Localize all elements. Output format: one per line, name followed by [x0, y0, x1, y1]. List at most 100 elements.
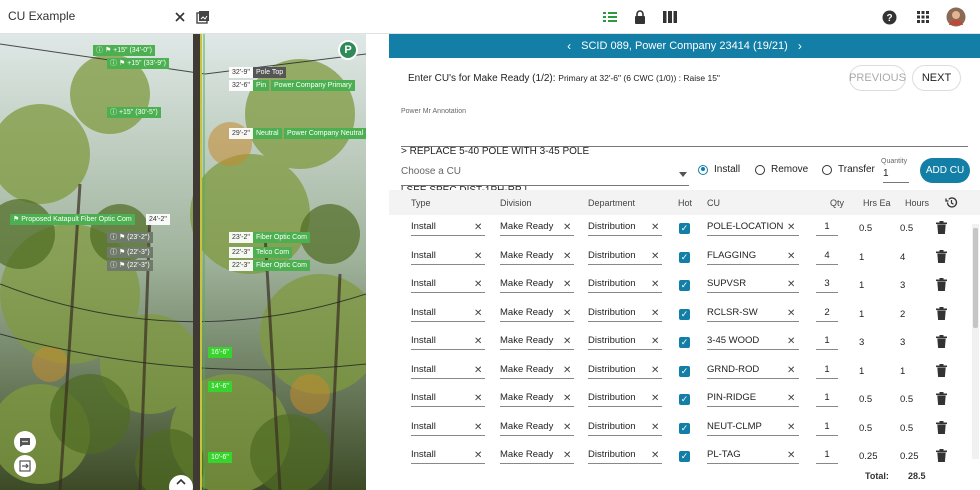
height-pin[interactable]: 32'-6" — [229, 80, 253, 91]
clear-cu-icon[interactable]: ✕ — [787, 422, 795, 433]
apps-grid-icon[interactable] — [913, 7, 933, 27]
trash-icon[interactable] — [936, 306, 948, 321]
trash-icon[interactable] — [936, 335, 948, 349]
qty-field[interactable]: 1 — [816, 449, 838, 464]
clear-division-icon[interactable]: ✕ — [563, 308, 571, 319]
clear-cu-icon[interactable]: ✕ — [787, 279, 795, 290]
clear-department-icon[interactable]: ✕ — [651, 222, 659, 233]
pole-photo[interactable]: P ⓘ ⚑ +15" (34'-0") ⓘ ⚑ +15" (33'-9") ⓘ … — [0, 34, 366, 490]
clear-cu-icon[interactable]: ✕ — [787, 308, 795, 319]
trash-icon[interactable] — [936, 449, 948, 463]
radio-remove[interactable]: Remove — [755, 164, 808, 175]
clear-department-icon[interactable]: ✕ — [651, 393, 659, 404]
clear-division-icon[interactable]: ✕ — [563, 422, 571, 433]
cu-field[interactable]: PIN-RIDGE — [707, 392, 799, 407]
hot-checkbox[interactable]: ✓ — [679, 365, 690, 377]
pole-mark-2[interactable]: 14'-6" — [208, 381, 232, 392]
trash-icon[interactable] — [936, 221, 948, 235]
cu-field[interactable]: FLAGGING — [707, 250, 799, 265]
qty-field[interactable]: 1 — [816, 364, 838, 379]
tag-height-2[interactable]: ⓘ ⚑ (22'-3") — [107, 247, 153, 258]
hot-checkbox[interactable]: ✓ — [679, 280, 690, 291]
chevron-left-icon[interactable]: ‹ — [567, 39, 571, 53]
trash-icon[interactable] — [936, 249, 948, 264]
clear-type-icon[interactable]: ✕ — [474, 251, 482, 262]
clear-cu-icon[interactable]: ✕ — [787, 336, 795, 347]
clear-type-icon[interactable]: ✕ — [474, 336, 482, 347]
comment-icon[interactable] — [14, 431, 36, 453]
trash-icon[interactable] — [936, 420, 948, 435]
choose-cu-select[interactable]: Choose a CU — [401, 166, 689, 186]
clear-department-icon[interactable]: ✕ — [651, 450, 659, 461]
tag-raise-2[interactable]: ⓘ ⚑ +15" (33'-9") — [107, 58, 169, 69]
pole-mark-1[interactable]: 16'-6" — [208, 347, 232, 358]
qty-field[interactable]: 1 — [816, 421, 838, 436]
cu-field[interactable]: 3-45 WOOD — [707, 335, 799, 350]
clear-department-icon[interactable]: ✕ — [651, 308, 659, 319]
scrollbar-thumb[interactable] — [973, 228, 978, 328]
clear-division-icon[interactable]: ✕ — [563, 450, 571, 461]
clear-cu-icon[interactable]: ✕ — [787, 393, 795, 404]
clear-department-icon[interactable]: ✕ — [651, 251, 659, 262]
pole-mark-3[interactable]: 10'-6" — [208, 452, 232, 463]
qty-field[interactable]: 3 — [816, 278, 838, 293]
qty-field[interactable]: 1 — [816, 335, 838, 350]
clear-division-icon[interactable]: ✕ — [563, 279, 571, 290]
cu-field[interactable]: RCLSR-SW — [707, 307, 799, 322]
height-fiber-1[interactable]: 23'-2" — [229, 232, 253, 243]
trash-icon[interactable] — [936, 363, 948, 378]
tag-height-3[interactable]: ⓘ ⚑ (22'-3") — [107, 260, 153, 271]
height-proposed[interactable]: 24'-2" — [146, 214, 170, 225]
height-fiber-2[interactable]: 22'-3" — [229, 260, 253, 271]
next-button[interactable]: NEXT — [912, 65, 961, 91]
chevron-right-icon[interactable]: › — [798, 39, 802, 53]
clear-type-icon[interactable]: ✕ — [474, 422, 482, 433]
qty-field[interactable]: 4 — [816, 250, 838, 265]
hot-checkbox[interactable]: ✓ — [679, 251, 690, 263]
radio-install[interactable]: Install — [698, 164, 740, 175]
height-telco[interactable]: 22'-3" — [229, 247, 253, 258]
height-pole-top[interactable]: 32'-9" — [229, 67, 253, 78]
hot-checkbox[interactable]: ✓ — [679, 337, 690, 348]
clear-department-icon[interactable]: ✕ — [651, 336, 659, 347]
clear-division-icon[interactable]: ✕ — [563, 336, 571, 347]
close-icon[interactable] — [170, 7, 190, 27]
hot-checkbox[interactable]: ✓ — [679, 394, 690, 405]
avatar[interactable] — [946, 7, 966, 27]
clear-division-icon[interactable]: ✕ — [563, 251, 571, 262]
previous-button[interactable]: PREVIOUS — [849, 65, 906, 91]
clear-type-icon[interactable]: ✕ — [474, 365, 482, 376]
tag-raise-3[interactable]: ⓘ +15" (30'-5") — [107, 107, 161, 118]
trash-icon[interactable] — [936, 392, 948, 406]
tag-proposed-fiber[interactable]: ⚑ Proposed Katapult Fiber Optic Com — [10, 214, 135, 225]
cu-field[interactable]: SUPVSR — [707, 278, 799, 293]
clear-division-icon[interactable]: ✕ — [563, 222, 571, 233]
clear-division-icon[interactable]: ✕ — [563, 393, 571, 404]
cu-field[interactable]: PL-TAG — [707, 449, 799, 464]
gallery-icon[interactable] — [193, 7, 213, 27]
clear-department-icon[interactable]: ✕ — [651, 279, 659, 290]
columns-icon[interactable] — [660, 7, 680, 27]
clear-department-icon[interactable]: ✕ — [651, 365, 659, 376]
cu-field[interactable]: GRND-ROD — [707, 364, 799, 379]
tag-raise-1[interactable]: ⓘ ⚑ +15" (34'-0") — [93, 45, 155, 56]
clear-cu-icon[interactable]: ✕ — [787, 365, 795, 376]
add-cu-button[interactable]: ADD CU — [920, 158, 970, 183]
hot-checkbox[interactable]: ✓ — [679, 223, 690, 234]
export-icon[interactable] — [14, 455, 36, 477]
history-icon[interactable] — [945, 196, 958, 211]
clear-cu-icon[interactable]: ✕ — [787, 222, 795, 233]
clear-type-icon[interactable]: ✕ — [474, 308, 482, 319]
quantity-input[interactable]: 1 — [883, 168, 909, 183]
clear-type-icon[interactable]: ✕ — [474, 450, 482, 461]
hot-checkbox[interactable]: ✓ — [679, 422, 690, 434]
list-view-icon[interactable] — [600, 7, 620, 27]
hot-checkbox[interactable]: ✓ — [679, 308, 690, 320]
height-neutral[interactable]: 29'-2" — [229, 128, 253, 139]
user-badge[interactable]: P — [338, 40, 358, 60]
clear-department-icon[interactable]: ✕ — [651, 422, 659, 433]
qty-field[interactable]: 1 — [816, 392, 838, 407]
clear-type-icon[interactable]: ✕ — [474, 393, 482, 404]
cu-field[interactable]: POLE-LOCATION — [707, 221, 799, 236]
tag-height-1[interactable]: ⓘ ⚑ (23'-2") — [107, 232, 153, 243]
